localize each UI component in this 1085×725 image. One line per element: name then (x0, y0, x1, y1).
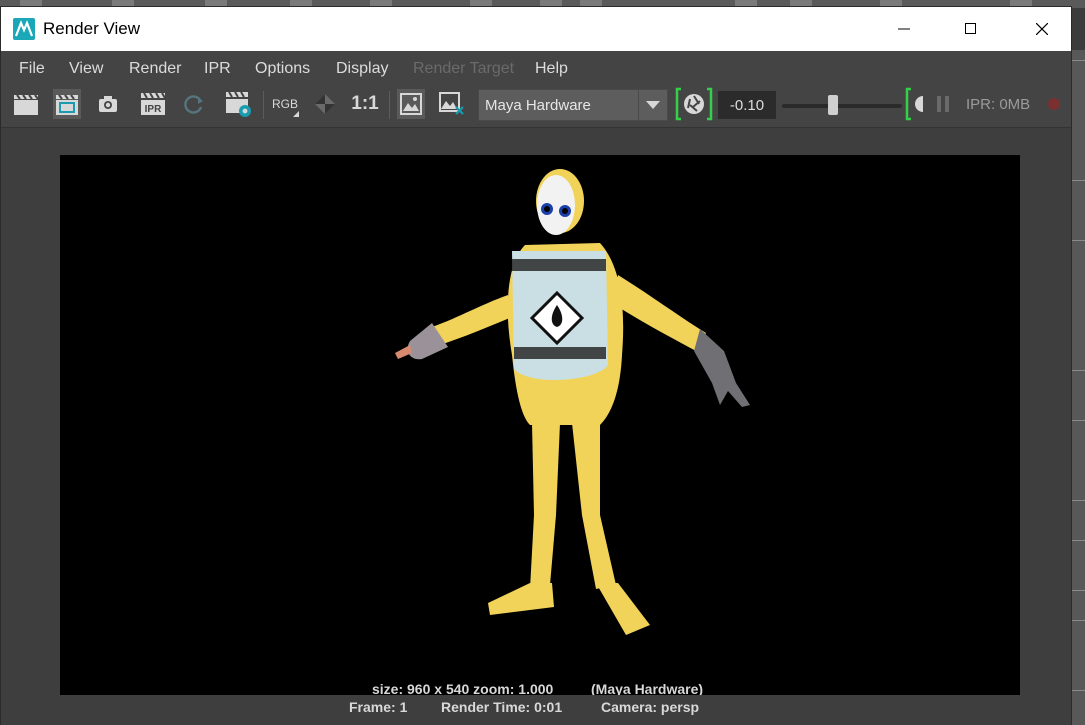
minimize-icon (898, 28, 910, 30)
renderer-value: Maya Hardware (485, 97, 591, 114)
remove-image-icon (439, 92, 464, 115)
menu-ipr[interactable]: IPR (204, 60, 231, 78)
pause-icon (937, 96, 949, 112)
menu-help[interactable]: Help (535, 60, 568, 78)
svg-text:IPR: IPR (145, 104, 162, 115)
real-size-button[interactable]: 1:1 (349, 89, 381, 119)
ratio-label: 1:1 (351, 93, 379, 114)
menu-options[interactable]: Options (255, 60, 310, 78)
menu-view[interactable]: View (69, 60, 103, 78)
camera-icon (99, 96, 117, 112)
keep-image-icon (400, 93, 422, 115)
render-time-info: Render Time: 0:01 (441, 699, 563, 715)
clapperboard-icon (14, 94, 39, 115)
render-settings-icon (226, 91, 251, 117)
chevron-down-icon (638, 90, 667, 120)
exposure-slider-handle[interactable] (828, 95, 839, 115)
menu-file[interactable]: File (19, 60, 45, 78)
window-title: Render View (43, 19, 141, 38)
image-size-info: size: 960 x 540 zoom: 1.000 (372, 681, 554, 695)
camera-info: Camera: persp (601, 699, 700, 715)
stop-ipr-button (1045, 89, 1063, 119)
minimize-button[interactable] (881, 7, 927, 51)
render-region-button[interactable] (53, 89, 81, 119)
refresh-ipr-button (181, 89, 207, 119)
checker-icon (315, 94, 335, 114)
maximize-button[interactable] (948, 7, 994, 51)
exposure-button[interactable] (674, 87, 714, 121)
toolbar-separator (389, 91, 390, 119)
pause-ipr-button (934, 89, 952, 119)
menu-render[interactable]: Render (129, 60, 181, 78)
gamma-button[interactable] (904, 87, 926, 121)
toolbar-separator (263, 91, 264, 119)
alpha-channel-button[interactable] (311, 89, 339, 119)
refresh-ipr-icon (184, 95, 203, 114)
rgb-label: RGB (271, 97, 298, 111)
stop-icon (1048, 98, 1060, 110)
redo-render-button[interactable] (11, 89, 41, 119)
remove-image-button[interactable] (437, 89, 467, 119)
menu-bar: File View Render IPR Options Display Ren… (1, 51, 1071, 85)
menu-display[interactable]: Display (336, 60, 388, 78)
menu-render-target: Render Target (413, 60, 515, 77)
background-app-panel (1072, 50, 1085, 725)
exposure-slider-track[interactable] (782, 104, 902, 108)
keep-image-button[interactable] (397, 89, 425, 119)
renderer-info: (Maya Hardware) (591, 681, 704, 695)
snapshot-button[interactable] (95, 89, 121, 119)
ipr-memory-label: IPR: 0MB (966, 96, 1031, 113)
exposure-input[interactable]: -0.10 (718, 91, 776, 119)
render-settings-button[interactable] (223, 89, 255, 119)
frame-info: Frame: 1 (349, 699, 408, 715)
maya-app-icon (13, 18, 35, 40)
ipr-render-button[interactable]: IPR (138, 89, 168, 119)
rgb-channel-button[interactable]: RGB (269, 89, 301, 119)
render-view-window: Render View File View Render IPR Options… (0, 6, 1072, 725)
rendered-image: size: 960 x 540 zoom: 1.000 (Maya Hardwa… (60, 155, 1020, 695)
clapperboard-region-icon (56, 94, 78, 115)
render-viewport[interactable]: size: 960 x 540 zoom: 1.000 (Maya Hardwa… (1, 127, 1071, 725)
renderer-dropdown[interactable]: Maya Hardware (478, 89, 668, 121)
title-bar: Render View (1, 7, 1071, 51)
dropdown-corner-icon (293, 111, 299, 117)
maximize-icon (965, 23, 976, 34)
ipr-clapper-icon: IPR (141, 92, 166, 115)
rendered-character-image (395, 169, 750, 635)
gamma-bracket-icon (905, 87, 923, 121)
aperture-icon (675, 87, 713, 121)
close-button[interactable] (1019, 7, 1065, 51)
toolbar: IPR RGB 1:1 Maya Hardware -0.10 IPR: 0MB (1, 85, 1071, 127)
close-icon (1036, 23, 1048, 35)
